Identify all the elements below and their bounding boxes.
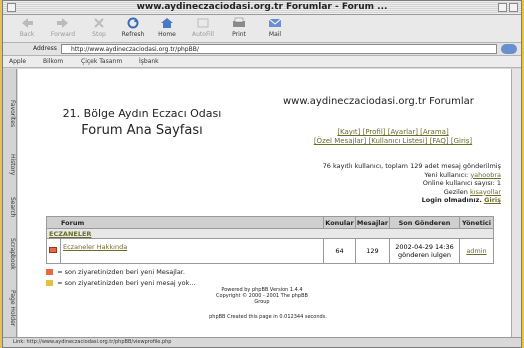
category-row: ECZANELER (46, 228, 494, 239)
address-url: http://www.aydineczaciodasi.org.tr/phpBB… (71, 46, 199, 53)
newest-user-label: Yeni kullanıcı: (424, 170, 469, 179)
forum-stats: 76 kayıtlı kullanıcı, toplam 129 adet me… (323, 162, 501, 205)
legend-no-posts: = son ziyaretinizden beri yeni mesaj yok… (46, 279, 196, 287)
bookmark-bilkom[interactable]: Bilkom (43, 58, 63, 65)
sidebar-tab-history[interactable]: History (4, 145, 16, 185)
forum-home-title: Forum Ana Sayfası (81, 123, 203, 138)
last-post-date: 2002-04-29 14:36 (395, 243, 454, 251)
collapse-window-button[interactable] (509, 3, 518, 12)
folder-old-icon (46, 280, 53, 286)
print-button[interactable]: Print (221, 17, 257, 38)
powered-by: Powered by phpBB Version 1.4.4 Copyright… (208, 287, 316, 305)
mail-icon (268, 18, 282, 27)
legend-new-text: = son ziyaretinizden beri yeni Mesajlar. (57, 268, 185, 276)
newest-user-link[interactable]: yahoobra (470, 171, 501, 179)
last-post-cell: 2002-04-29 14:36 gönderen iulgen (389, 238, 460, 264)
login-link[interactable]: Giriş (484, 196, 501, 204)
vertical-scrollbar[interactable] (511, 69, 521, 337)
message-count: 129 (355, 238, 390, 264)
title-bar[interactable]: www.aydineczaciodasi.org.tr Forumlar - F… (3, 1, 521, 15)
table-header-row: Forum Konular Mesajlar Son Gönderen Yöne… (46, 216, 494, 229)
address-input[interactable]: http://www.aydineczaciodasi.org.tr/phpBB… (61, 44, 497, 54)
home-icon (161, 18, 173, 28)
page-content: 21. Bölge Aydın Eczacı Odası Forum Ana S… (18, 69, 511, 337)
bookmark-isbank[interactable]: İşbank (139, 58, 159, 65)
topic-count: 64 (323, 238, 356, 264)
forward-arrow-icon (57, 18, 68, 28)
stats-summary: 76 kayıtlı kullanıcı, toplam 129 adet me… (322, 162, 501, 170)
copyright-line[interactable]: Copyright © 2000 - 2001 The phpBB Group (208, 293, 316, 305)
explorer-sidebar: Favorites History Search Scrapbook Page … (3, 69, 17, 337)
col-forum: Forum (46, 216, 324, 229)
sidebar-tab-search[interactable]: Search (4, 189, 16, 225)
forum-link[interactable]: Eczaneler Hakkında (60, 238, 324, 264)
stop-icon (94, 18, 104, 28)
forward-button[interactable]: Forward (45, 17, 81, 38)
folder-new-posts-icon (49, 247, 57, 253)
back-button[interactable]: Back (9, 17, 45, 38)
table-row: Eczaneler Hakkında 64 129 2002-04-29 14:… (46, 238, 494, 264)
col-messages: Mesajlar (355, 216, 390, 229)
forum-nav-links: [Kayıt] [Profil] [Ayarlar] [Arama] [Özel… (288, 128, 498, 146)
col-last-post: Son Gönderen (389, 216, 460, 229)
bookmark-cicek-tasarim[interactable]: Çiçek Tasarım (81, 58, 122, 65)
mail-button[interactable]: Mail (257, 17, 293, 38)
bookmark-apple[interactable]: Apple (9, 58, 26, 65)
last-post-user[interactable]: gönderen iulgen (390, 251, 459, 259)
col-topics: Konular (323, 216, 356, 229)
org-title: 21. Bölge Aydın Eczacı Odası (62, 107, 222, 120)
address-bar: Address http://www.aydineczaciodasi.org.… (3, 43, 521, 56)
forum-header-left: 21. Bölge Aydın Eczacı Odası Forum Ana S… (52, 107, 232, 138)
printer-icon (233, 17, 245, 27)
page-generation-time: phpBB Created this page in 0.012344 seco… (209, 314, 327, 320)
folder-new-icon (46, 269, 53, 275)
online-count: Online kullanıcı sayısı: 1 (422, 179, 501, 187)
refresh-button[interactable]: Refresh (115, 17, 151, 38)
legend-none-text: = son ziyaretinizden beri yeni mesaj yok… (57, 279, 196, 287)
autofill-icon (197, 18, 209, 28)
sidebar-tab-scrapbook[interactable]: Scrapbook (4, 229, 16, 279)
col-moderator: Yönetici (459, 216, 494, 229)
stop-button[interactable]: Stop (81, 17, 117, 38)
site-title: www.aydineczaciodasi.org.tr Forumlar (283, 96, 474, 107)
forum-table: Forum Konular Mesajlar Son Gönderen Yöne… (46, 216, 494, 264)
status-bar: Link: http://www.aydineczaciodasi.org.tr… (3, 337, 521, 347)
favorites-bar: Apple Bilkom Çiçek Tasarım İşbank (3, 56, 521, 68)
visitor-link[interactable]: kısayollar (470, 188, 501, 196)
visitor-label: Gezilen (443, 187, 468, 196)
home-button[interactable]: Home (149, 17, 185, 38)
sidebar-tab-favorites[interactable]: Favorites (4, 89, 16, 139)
nav-links-secondary[interactable]: [Özel Mesajlar] [Kullanıcı Listesi] [FAQ… (288, 137, 498, 146)
back-arrow-icon (22, 18, 33, 28)
moderator-link[interactable]: admin (459, 238, 494, 264)
go-button[interactable] (501, 44, 517, 54)
sidebar-tab-page-holder[interactable]: Page Holder (4, 283, 16, 333)
nav-links-primary[interactable]: [Kayıt] [Profil] [Ayarlar] [Arama] (288, 128, 498, 137)
browser-window: www.aydineczaciodasi.org.tr Forumlar - F… (2, 0, 522, 348)
category-link[interactable]: ECZANELER (46, 228, 494, 239)
window-title: www.aydineczaciodasi.org.tr Forumlar - F… (136, 2, 388, 12)
address-label: Address (33, 45, 57, 52)
login-status: Login olmadınız. (421, 196, 482, 204)
autofill-button[interactable]: AutoFill (185, 17, 221, 38)
refresh-icon (127, 17, 139, 29)
browser-toolbar: Back Forward Stop Refresh Home AutoFill … (3, 15, 521, 43)
legend-new-posts: = son ziyaretinizden beri yeni Mesajlar. (46, 268, 185, 276)
zoom-window-button[interactable] (498, 3, 507, 12)
